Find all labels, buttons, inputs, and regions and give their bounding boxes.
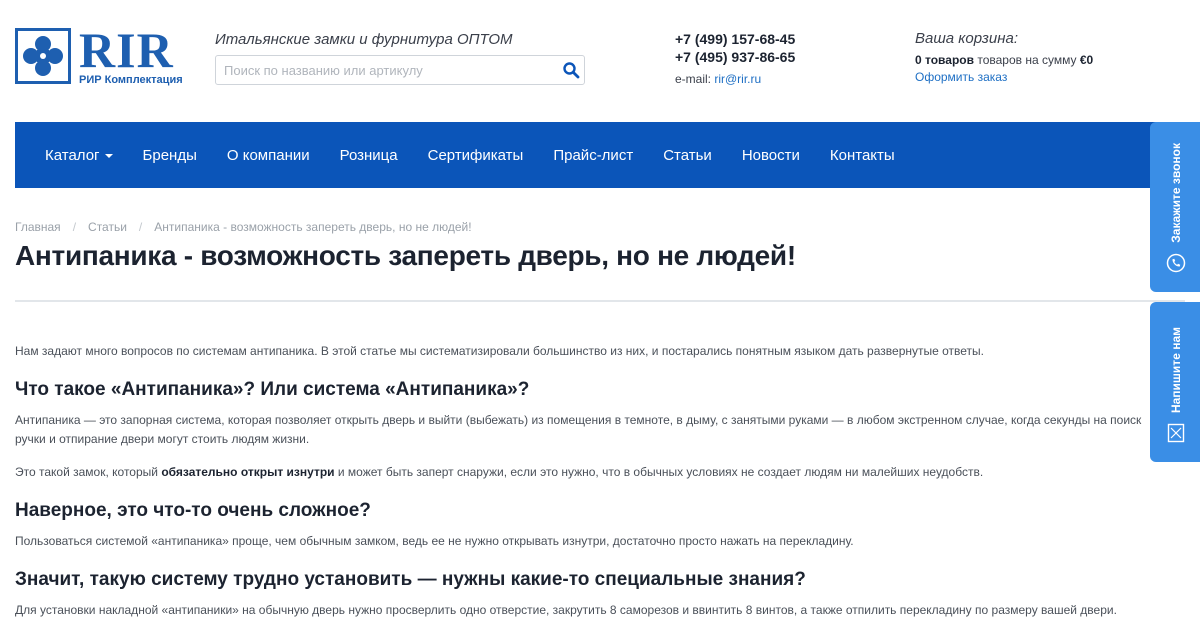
nav-item-catalog[interactable]: Каталог: [45, 147, 113, 164]
main-nav: Каталог Бренды О компании Розница Сертиф…: [15, 122, 1185, 188]
p2-emphasis: обязательно открыт изнутри: [161, 465, 335, 479]
breadcrumb: Главная / Статьи / Антипаника - возможность …: [15, 220, 472, 234]
nav-item-news[interactable]: Новости: [742, 147, 800, 164]
article-paragraph-1-cont: ручки и отпирание двери могут стоить люд…: [15, 432, 310, 446]
cart-mid-text: товаров на сумму: [974, 53, 1080, 67]
cart-block: Ваша корзина: 0 товаров товаров на сумму…: [915, 30, 1093, 86]
email-label: e-mail:: [675, 72, 715, 86]
caret-down-icon: [104, 154, 113, 158]
logo-wordmark: RIR: [79, 22, 174, 78]
write-us-tab[interactable]: Напишите нам: [1150, 302, 1200, 462]
write-us-label: Напишите нам: [1169, 326, 1183, 413]
phone-icon: [1166, 253, 1186, 278]
title-divider: [15, 300, 1185, 302]
article-heading-3: Значит, такую систему трудно установить …: [15, 569, 806, 590]
site-tagline: Итальянские замки и фурнитура ОПТОМ: [215, 31, 513, 48]
breadcrumb-separator: /: [138, 220, 143, 234]
article-paragraph-1: Антипаника — это запорная система, котор…: [15, 413, 1142, 427]
page-title: Антипаника - возможность запереть дверь,…: [15, 240, 796, 271]
article-heading-2: Наверное, это что-то очень сложное?: [15, 500, 371, 521]
article-body: Нам задают много вопросов по системам ан…: [15, 340, 1150, 620]
article-heading-1: Что такое «Антипаника»? Или система «Ант…: [15, 379, 530, 400]
cart-summary: 0 товаров товаров на сумму €0: [915, 53, 1093, 67]
article-intro: Нам задают много вопросов по системам ан…: [15, 344, 984, 358]
email-link[interactable]: rir@rir.ru: [714, 72, 761, 86]
site-logo[interactable]: RIR РИР Комплектация: [15, 22, 187, 88]
nav-item-brands[interactable]: Бренды: [143, 147, 197, 164]
p2-start: Это такой замок, который: [15, 465, 162, 479]
email-row: e-mail: rir@rir.ru: [675, 72, 795, 86]
breadcrumb-home[interactable]: Главная: [15, 220, 61, 234]
phone-1[interactable]: +7 (499) 157-68-45: [675, 30, 795, 48]
contact-block: +7 (499) 157-68-45 +7 (495) 937-86-65 e-…: [675, 30, 795, 86]
p2-end: и может быть заперт снаружи, если это ну…: [334, 465, 984, 479]
search-input[interactable]: [216, 56, 546, 84]
cart-title: Ваша корзина:: [915, 30, 1018, 47]
message-icon: [1167, 423, 1185, 448]
article-paragraph-2: Это такой замок, который обязательно отк…: [15, 463, 1150, 482]
nav-item-retail[interactable]: Розница: [340, 147, 398, 164]
nav-item-certificates[interactable]: Сертификаты: [428, 147, 524, 164]
search-box: [215, 55, 585, 85]
request-call-label: Закажите звонок: [1169, 143, 1183, 243]
logo-subtitle: РИР Комплектация: [79, 74, 183, 86]
cart-count: 0 товаров: [915, 53, 974, 67]
breadcrumb-articles[interactable]: Статьи: [88, 220, 127, 234]
cart-sum: €0: [1079, 53, 1094, 67]
nav-item-articles[interactable]: Статьи: [663, 147, 712, 164]
phone-2[interactable]: +7 (495) 937-86-65: [675, 48, 795, 66]
nav-item-contacts[interactable]: Контакты: [830, 147, 895, 164]
nav-item-about[interactable]: О компании: [227, 147, 310, 164]
article-paragraph-4: Для установки накладной «антипаники» на …: [15, 603, 1117, 617]
nav-item-label: Каталог: [45, 146, 100, 164]
breadcrumb-separator: /: [72, 220, 77, 234]
article-paragraph-3: Пользоваться системой «антипаника» проще…: [15, 534, 854, 548]
request-call-tab[interactable]: Закажите звонок: [1150, 122, 1200, 292]
nav-item-pricelist[interactable]: Прайс-лист: [553, 147, 633, 164]
checkout-link[interactable]: Оформить заказ: [915, 70, 1007, 84]
logo-icon: [15, 28, 71, 84]
breadcrumb-current: Антипаника - возможность запереть дверь,…: [154, 220, 472, 234]
search-icon[interactable]: [562, 61, 580, 79]
